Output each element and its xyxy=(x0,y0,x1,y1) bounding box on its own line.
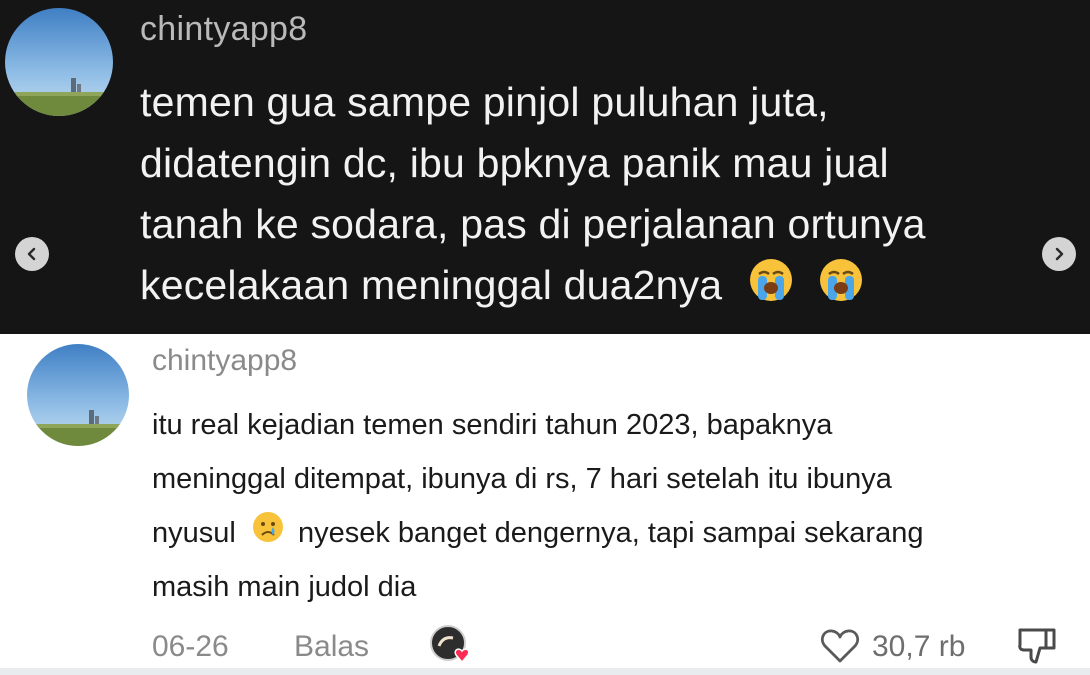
loudly-crying-face-emoji xyxy=(818,257,864,320)
comment-username[interactable]: chintyapp8 xyxy=(140,10,307,49)
like-count: 30,7 rb xyxy=(872,630,966,663)
reply-comment-panel: chintyapp8 itu real kejadian temen sendi… xyxy=(0,334,1090,675)
heart-outline-icon xyxy=(821,629,859,663)
like-button[interactable] xyxy=(820,628,860,664)
comment-line: kecelakaan meninggal dua2nya xyxy=(140,262,723,308)
comment-date: 06-26 xyxy=(152,630,229,663)
comment-line: itu real kejadian temen sendiri tahun 20… xyxy=(152,409,833,441)
carousel-next-button[interactable] xyxy=(1042,237,1076,271)
comment-line-last: kecelakaan meninggal dua2nya xyxy=(140,255,1080,316)
crying-face-emoji xyxy=(252,507,284,561)
comment-text: itu real kejadian temen sendiri tahun 20… xyxy=(152,398,1077,614)
creator-avatar-heart-icon xyxy=(430,625,470,664)
divider xyxy=(0,668,1090,675)
comment-line: masih main judol dia xyxy=(152,571,417,603)
avatar[interactable] xyxy=(5,8,113,116)
comment-line: temen gua sampe pinjol puluhan juta, xyxy=(140,79,829,125)
top-comment-panel: chintyapp8 temen gua sampe pinjol puluha… xyxy=(0,0,1090,334)
reply-button[interactable]: Balas xyxy=(294,630,369,664)
dislike-button[interactable] xyxy=(1016,626,1058,666)
comment-username[interactable]: chintyapp8 xyxy=(152,344,297,378)
chevron-left-icon xyxy=(27,247,36,261)
comment-line: tanah ke sodara, pas di perjalanan ortun… xyxy=(140,201,926,247)
avatar-image xyxy=(27,344,129,446)
comment-line: meninggal ditempat, ibunya di rs, 7 hari… xyxy=(152,463,892,495)
chevron-right-icon xyxy=(1055,247,1064,261)
comment-line-part: nyesek banget dengernya, tapi sampai sek… xyxy=(297,517,924,549)
comment-line-with-emoji: nyusul nyesek banget dengernya, tapi sam… xyxy=(152,506,1077,560)
loudly-crying-face-emoji xyxy=(748,257,794,320)
avatar-image xyxy=(5,8,113,116)
comment-text: temen gua sampe pinjol puluhan juta, did… xyxy=(140,72,1080,316)
comment-footer: 06-26 Balas 30,7 rb xyxy=(152,624,1072,668)
comment-line: didatengin dc, ibu bpknya panik mau jual xyxy=(140,140,889,186)
thumbs-down-icon xyxy=(1018,628,1056,664)
comment-line-part: nyusul xyxy=(152,517,236,549)
creator-liked-badge xyxy=(429,624,473,668)
carousel-prev-button[interactable] xyxy=(15,237,49,271)
avatar[interactable] xyxy=(27,344,129,446)
